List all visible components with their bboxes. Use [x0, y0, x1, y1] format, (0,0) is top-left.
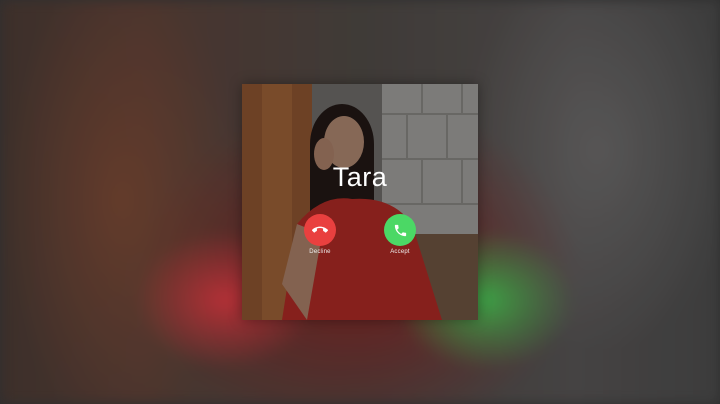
call-card: Tara Decline Accept [242, 84, 478, 320]
caller-name: Tara [332, 162, 388, 192]
accept-button[interactable] [384, 214, 416, 246]
decline-action[interactable]: Decline [298, 214, 342, 255]
phone-hangup-icon [312, 226, 328, 233]
photo-dim-overlay [242, 84, 478, 320]
incoming-call-screen: Tara Decline Accept [0, 0, 720, 404]
decline-button[interactable] [304, 214, 336, 246]
phone-icon [394, 224, 406, 236]
accept-label: Accept [390, 249, 410, 255]
accept-action[interactable]: Accept [378, 214, 422, 255]
decline-label: Decline [309, 249, 331, 255]
